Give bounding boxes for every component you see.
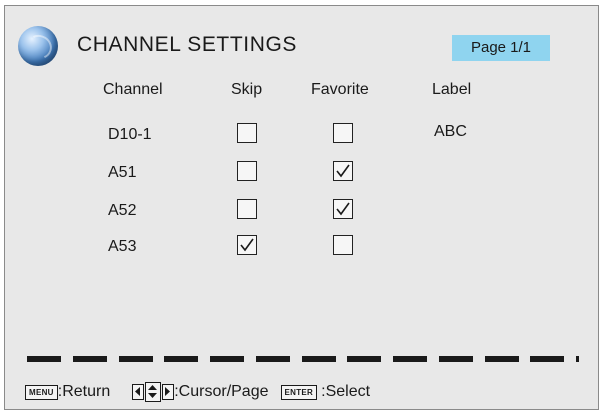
column-header-favorite: Favorite (311, 81, 369, 98)
select-hint: :Select (321, 383, 371, 400)
column-header-label: Label (432, 81, 472, 98)
enter-key-icon: ENTER (280, 384, 318, 400)
channel-label: ABC (434, 123, 467, 140)
cursor-page-hint: :Cursor/Page (174, 383, 269, 400)
menu-key-icon: MENU (25, 384, 58, 400)
channel-number: A52 (108, 202, 137, 219)
globe-icon (18, 26, 58, 66)
page-indicator: Page 1/1 (452, 35, 550, 61)
skip-checkbox[interactable] (237, 235, 257, 255)
channel-number: D10-1 (108, 126, 152, 143)
skip-checkbox[interactable] (237, 123, 257, 143)
divider-dashed (27, 355, 579, 363)
favorite-checkbox[interactable] (333, 199, 353, 219)
key-hints-bar: MENU :Return :Cursor/Page ENTER :Select (25, 380, 370, 404)
menu-hint: :Return (57, 383, 111, 400)
favorite-checkbox[interactable] (333, 123, 353, 143)
channel-settings-screen: CHANNEL SETTINGS Page 1/1 Channel Skip F… (4, 5, 599, 410)
skip-checkbox[interactable] (237, 199, 257, 219)
skip-checkbox[interactable] (237, 161, 257, 181)
column-header-channel: Channel (103, 81, 163, 98)
navigation-arrows-icon (132, 382, 175, 402)
favorite-checkbox[interactable] (333, 235, 353, 255)
channel-number: A51 (108, 164, 137, 181)
column-header-skip: Skip (231, 81, 263, 98)
page-title: CHANNEL SETTINGS (77, 33, 298, 56)
channel-number: A53 (108, 238, 137, 255)
favorite-checkbox[interactable] (333, 161, 353, 181)
